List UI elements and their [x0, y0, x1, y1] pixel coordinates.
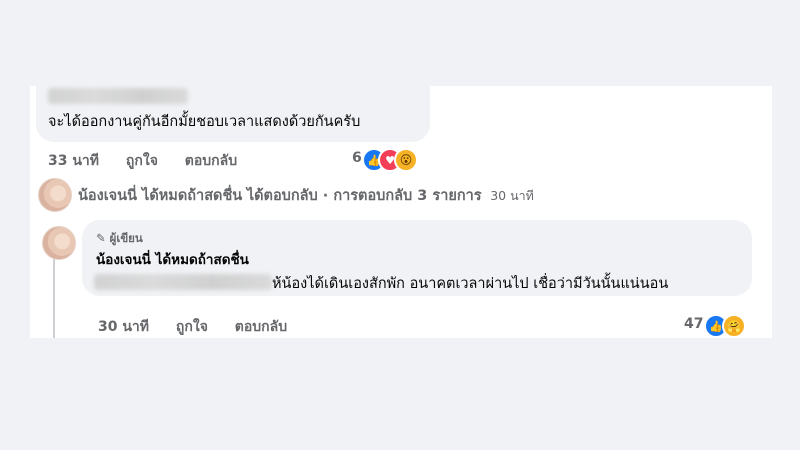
- pencil-icon: ✎: [96, 231, 106, 245]
- comments-panel: จะได้ออกงานคู่กันอีกมั้ยชอบเวลาแสดงด้วยก…: [30, 82, 772, 338]
- reply-like-button[interactable]: ถูกใจ: [176, 319, 208, 335]
- like-button[interactable]: ถูกใจ: [126, 153, 158, 169]
- replies-time: 30 นาที: [490, 188, 534, 203]
- reply-time[interactable]: 30 นาที: [98, 319, 149, 335]
- comment-text: จะได้ออกงานคู่กันอีกมั้ยชอบเวลาแสดงด้วยก…: [48, 114, 361, 130]
- comment-time[interactable]: 33 นาที: [48, 153, 99, 169]
- reaction-count: 6: [352, 150, 362, 166]
- reply-avatar[interactable]: [42, 226, 76, 260]
- blurred-author-name: [48, 88, 188, 104]
- reply-reaction-summary[interactable]: 47 👍 🤗: [684, 314, 754, 338]
- replies-action-text: ได้ตอบกลับ · การตอบกลับ 3 รายการ: [246, 188, 482, 204]
- reaction-summary[interactable]: 6 👍 ♥ 😮: [352, 148, 432, 172]
- reply-bubble: ✎ ผู้เขียน น้องเจนนี่ ได้หมดถ้าสดชื่น ห้…: [82, 220, 752, 296]
- author-badge: ✎ ผู้เขียน: [96, 230, 143, 248]
- reply-text: ห้น้องได้เดินเองสักพัก อนาคตเวลาผ่านไป เ…: [272, 276, 669, 292]
- reply-author[interactable]: น้องเจนนี่ ได้หมดถ้าสดชื่น: [96, 248, 249, 270]
- blurred-text: [94, 274, 272, 290]
- comment-bubble: จะได้ออกงานคู่กันอีกมั้ยชอบเวลาแสดงด้วยก…: [36, 82, 430, 142]
- reply-author-name: น้องเจนนี่ ได้หมดถ้าสดชื่น: [78, 188, 243, 204]
- wow-icon: 😮: [394, 148, 418, 172]
- reply-reply-button[interactable]: ตอบกลับ: [235, 319, 287, 335]
- reply-button[interactable]: ตอบกลับ: [185, 153, 237, 169]
- care-icon: 🤗: [722, 314, 746, 338]
- thread-line: [53, 252, 55, 338]
- comment-actions: 33 นาที ถูกใจ ตอบกลับ: [48, 150, 259, 172]
- view-replies-link[interactable]: น้องเจนนี่ ได้หมดถ้าสดชื่น ได้ตอบกลับ · …: [78, 184, 534, 207]
- page: { "comment1": { "text": "จะได้ออกงานคู่ก…: [0, 0, 800, 450]
- reply-actions: 30 นาที ถูกใจ ตอบกลับ: [98, 316, 309, 338]
- avatar[interactable]: [38, 178, 72, 212]
- reply-reaction-count: 47: [684, 316, 704, 332]
- author-badge-label: ผู้เขียน: [109, 231, 143, 245]
